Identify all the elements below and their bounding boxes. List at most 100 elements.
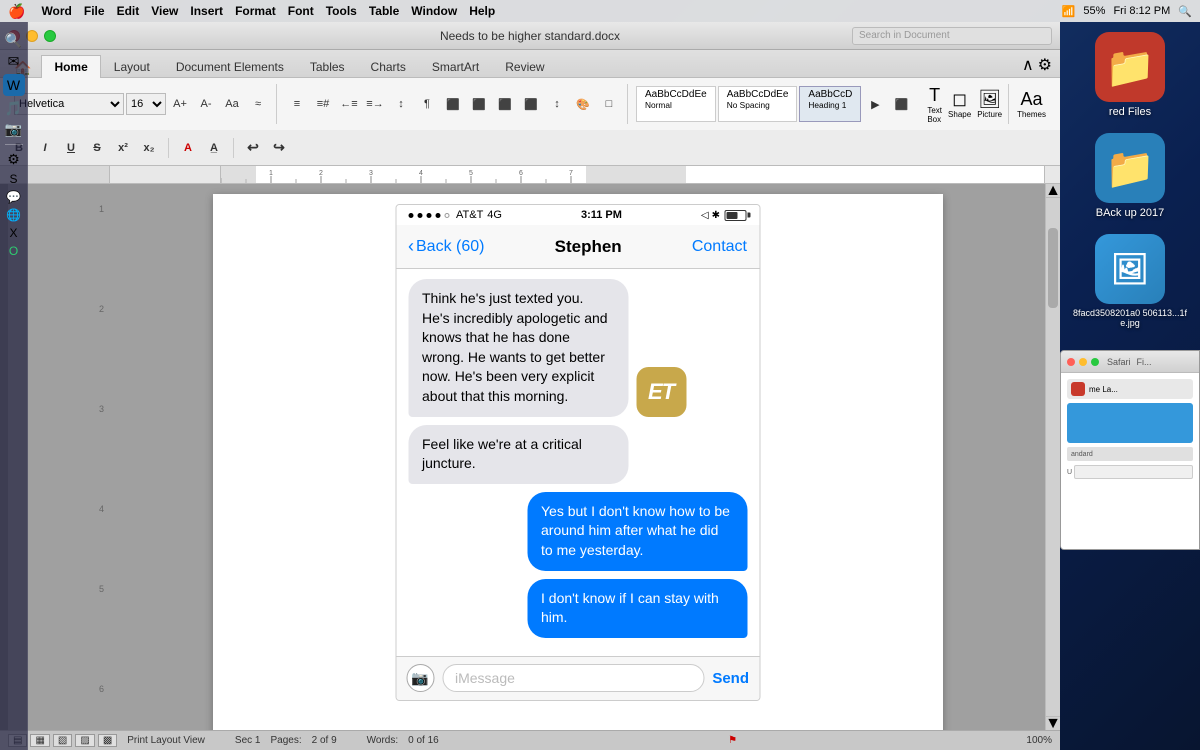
sort-button[interactable]: ↕: [389, 92, 413, 116]
menubar-format[interactable]: Format: [235, 4, 276, 18]
scrollbar-thumb[interactable]: [1048, 228, 1058, 308]
ruler-marks: 1 2 3 4 5 6 7: [221, 166, 1044, 183]
signal-dot2: [417, 213, 422, 218]
ribbon-settings-icon[interactable]: ⚙: [1038, 55, 1052, 75]
back-button[interactable]: ‹ Back (60): [408, 236, 484, 257]
mini-min[interactable]: [1079, 358, 1087, 366]
dock-settings[interactable]: ⚙: [7, 151, 20, 168]
shading-button[interactable]: 🎨: [571, 92, 595, 116]
ribbon-collapse-icon[interactable]: ∧: [1022, 55, 1034, 75]
dock-app3[interactable]: O: [9, 244, 18, 258]
text-box-button[interactable]: T Text Box: [927, 85, 942, 124]
image-thumbnail-icon: 🖼: [1095, 234, 1165, 304]
align-right-button[interactable]: ⬛: [493, 92, 517, 116]
menubar-file[interactable]: File: [84, 4, 105, 18]
dock-app2[interactable]: X: [9, 226, 17, 240]
contact-button[interactable]: Contact: [692, 238, 747, 256]
italic-button[interactable]: I: [34, 137, 56, 159]
imessage-input-bar[interactable]: 📷 iMessage Send: [396, 656, 759, 700]
tab-home[interactable]: Home: [41, 55, 100, 78]
menubar-insert[interactable]: Insert: [190, 4, 223, 18]
font-format-button[interactable]: Aa: [220, 92, 244, 116]
numbering-button[interactable]: ≡#: [311, 92, 335, 116]
iphone-nav-bar[interactable]: ‹ Back (60) Stephen Contact: [396, 225, 759, 269]
apple-menu[interactable]: 🍎: [8, 3, 25, 20]
menubar-window[interactable]: Window: [411, 4, 457, 18]
superscript-button[interactable]: x²: [112, 137, 134, 159]
tab-tables[interactable]: Tables: [297, 55, 358, 78]
line-spacing-button[interactable]: ↕: [545, 92, 569, 116]
dock-word[interactable]: W: [3, 74, 25, 96]
shrink-font-button[interactable]: A-: [194, 92, 218, 116]
dock-messages[interactable]: 💬: [6, 190, 21, 204]
red-folder-icon: 📁: [1095, 32, 1165, 102]
decrease-indent-button[interactable]: ←≡: [337, 92, 361, 116]
style-normal[interactable]: AaBbCcDdEeNormal: [636, 86, 716, 122]
view-btn-2[interactable]: ▦: [30, 734, 49, 747]
shape-button[interactable]: ◻ Shape: [948, 89, 971, 119]
track-changes-indicator[interactable]: ⚑: [728, 735, 737, 746]
desktop-icon-image[interactable]: 🖼 8facd3508201a0 506113...1fe.jpg: [1070, 234, 1190, 328]
strikethrough-button[interactable]: S: [86, 137, 108, 159]
picture-button[interactable]: 🖼 Picture: [977, 89, 1002, 119]
view-btn-3[interactable]: ▧: [53, 734, 72, 747]
undo-button[interactable]: ↩: [242, 137, 264, 159]
imessage-text-field[interactable]: iMessage: [442, 664, 704, 692]
view-btn-4[interactable]: ▨: [75, 734, 94, 747]
align-left-button[interactable]: ⬛: [441, 92, 465, 116]
menubar-font[interactable]: Font: [288, 4, 314, 18]
mini-max[interactable]: [1091, 358, 1099, 366]
tab-smartart[interactable]: SmartArt: [419, 55, 492, 78]
grow-font-button[interactable]: A+: [168, 92, 192, 116]
bullets-button[interactable]: ≡: [285, 92, 309, 116]
desktop-icon-red-files[interactable]: 📁 red Files: [1095, 32, 1165, 118]
menubar-edit[interactable]: Edit: [117, 4, 140, 18]
align-center-button[interactable]: ⬛: [467, 92, 491, 116]
dock-music[interactable]: 🎵: [5, 100, 22, 117]
style-no-spacing[interactable]: AaBbCcDdEeNo Spacing: [718, 86, 798, 122]
show-marks-button[interactable]: ¶: [415, 92, 439, 116]
clear-format-button[interactable]: ≈: [246, 92, 270, 116]
subscript-button[interactable]: x₂: [138, 137, 160, 159]
themes-button[interactable]: Aa Themes: [1017, 89, 1046, 119]
desktop-icon-backup[interactable]: 📁 BAck up 2017: [1095, 133, 1165, 219]
tab-document-elements[interactable]: Document Elements: [163, 55, 297, 78]
dock-mail[interactable]: ✉: [8, 53, 20, 70]
dock-safari[interactable]: 🌐: [6, 208, 21, 222]
redo-button[interactable]: ↪: [268, 137, 290, 159]
scroll-up-button[interactable]: ▲: [1046, 184, 1060, 198]
font-color-button[interactable]: A: [177, 137, 199, 159]
menubar-tools[interactable]: Tools: [326, 4, 357, 18]
back-label[interactable]: Back (60): [416, 238, 484, 256]
underline-button[interactable]: U: [60, 137, 82, 159]
styles-more-button[interactable]: ⬛: [889, 92, 913, 116]
view-btn-5[interactable]: ▩: [98, 734, 117, 747]
menubar-view[interactable]: View: [151, 4, 178, 18]
style-heading1[interactable]: AaBbCcDHeading 1: [799, 86, 861, 122]
menubar-word[interactable]: Word: [41, 4, 71, 18]
menubar-table[interactable]: Table: [369, 4, 399, 18]
dock-finder[interactable]: 🔍: [5, 32, 22, 49]
tab-layout[interactable]: Layout: [101, 55, 163, 78]
highlight-button[interactable]: A̲: [203, 137, 225, 159]
menubar-help[interactable]: Help: [469, 4, 495, 18]
document-scroll[interactable]: AT&T 4G 3:11 PM ◁ ✱: [110, 184, 1045, 730]
tab-review[interactable]: Review: [492, 55, 557, 78]
search-icon[interactable]: 🔍: [1178, 5, 1192, 18]
justify-button[interactable]: ⬛: [519, 92, 543, 116]
vertical-scrollbar[interactable]: ▲ ▼: [1045, 184, 1060, 730]
dock-app1[interactable]: S: [9, 172, 17, 186]
tab-charts[interactable]: Charts: [358, 55, 419, 78]
borders-button[interactable]: □: [597, 92, 621, 116]
maximize-button[interactable]: [44, 30, 56, 42]
search-document[interactable]: Search in Document: [852, 27, 1052, 45]
font-selector[interactable]: Helvetica: [14, 93, 124, 115]
mini-close[interactable]: [1067, 358, 1075, 366]
dock-facetime[interactable]: 📷: [5, 121, 22, 138]
font-size-selector[interactable]: 16: [126, 93, 166, 115]
increase-indent-button[interactable]: ≡→: [363, 92, 387, 116]
camera-button[interactable]: 📷: [406, 664, 434, 692]
styles-scroll-button[interactable]: ▶: [863, 92, 887, 116]
send-button[interactable]: Send: [712, 670, 749, 687]
scroll-down-button[interactable]: ▼: [1046, 716, 1060, 730]
